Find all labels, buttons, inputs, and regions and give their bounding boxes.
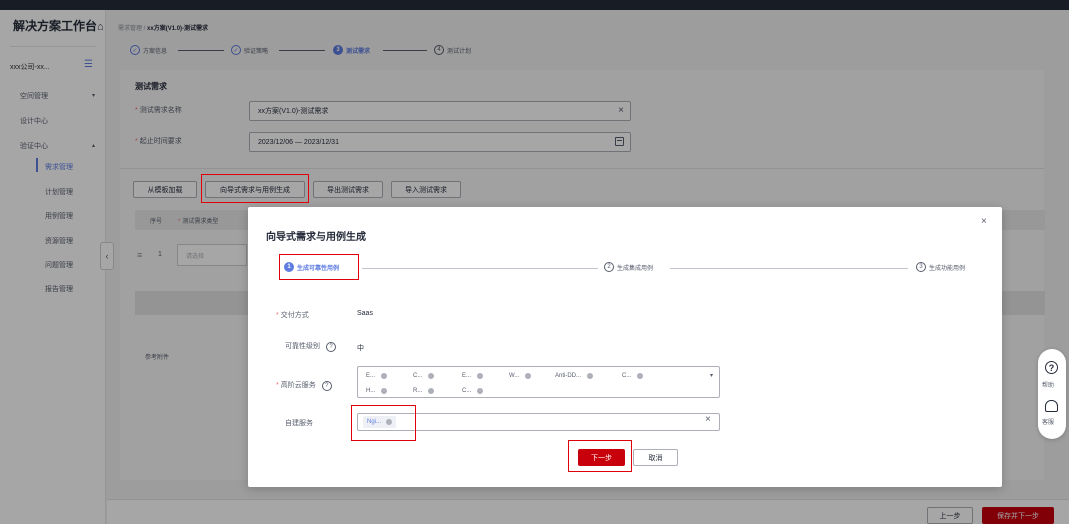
remove-tag-icon[interactable]: [477, 387, 484, 394]
dialog-step-reliability[interactable]: 1 生成可靠性用例: [284, 262, 339, 272]
delivery-label: * 交付方式: [276, 312, 309, 319]
cancel-button[interactable]: 取消: [633, 449, 678, 466]
remove-tag-icon[interactable]: [381, 372, 388, 379]
clear-icon[interactable]: ×: [705, 414, 711, 425]
remove-tag-icon[interactable]: [587, 372, 594, 379]
delivery-value: Saas: [357, 310, 373, 317]
dialog-step-integration[interactable]: 2 生成集成用例: [604, 262, 653, 272]
cloud-service-tag[interactable]: R...: [413, 385, 435, 396]
self-built-tag[interactable]: Ngi...: [363, 416, 397, 428]
reliability-value: 中: [357, 345, 364, 352]
cloud-service-tag[interactable]: W...: [509, 370, 532, 381]
next-button[interactable]: 下一步: [578, 449, 625, 466]
cloud-services-select[interactable]: ▾: [357, 366, 720, 398]
reliability-label: 可靠性级别?: [285, 341, 336, 352]
step-number-icon: 2: [604, 262, 614, 272]
help-label[interactable]: 帮助: [1042, 380, 1054, 389]
step-label: 生成功能用例: [929, 265, 966, 272]
cloud-service-tag[interactable]: E...: [366, 370, 388, 381]
remove-tag-icon[interactable]: [477, 372, 484, 379]
cloud-services-label: * 高阶云服务?: [276, 380, 332, 391]
dialog-title: 向导式需求与用例生成: [266, 232, 366, 243]
customer-service-icon[interactable]: [1045, 400, 1058, 412]
customer-service-label[interactable]: 客服: [1042, 417, 1054, 426]
cloud-service-tag[interactable]: E...: [462, 370, 484, 381]
question-icon[interactable]: ?: [326, 342, 336, 352]
remove-tag-icon[interactable]: [525, 372, 532, 379]
chevron-down-icon[interactable]: ▾: [710, 372, 713, 379]
step-label: 生成可靠性用例: [297, 265, 340, 272]
close-icon[interactable]: ×: [981, 216, 987, 227]
step-label: 生成集成用例: [617, 265, 654, 272]
cloud-service-tag[interactable]: C...: [462, 385, 484, 396]
remove-tag-icon[interactable]: [381, 387, 388, 394]
cloud-service-tag[interactable]: Anti-DD...: [555, 370, 594, 381]
remove-tag-icon[interactable]: [428, 387, 435, 394]
cloud-service-tag[interactable]: H...: [366, 385, 388, 396]
dialog-step-functional[interactable]: 3 生成功能用例: [916, 262, 965, 272]
remove-tag-icon[interactable]: [386, 419, 393, 425]
step-number-icon: 3: [916, 262, 926, 272]
cloud-service-tag[interactable]: C...: [622, 370, 644, 381]
remove-tag-icon[interactable]: [428, 372, 435, 379]
question-icon[interactable]: ?: [321, 381, 332, 391]
self-built-label: 自建服务: [285, 420, 313, 427]
self-built-select[interactable]: [357, 413, 720, 431]
step-connector: [670, 268, 908, 269]
step-connector: [362, 268, 598, 269]
help-icon[interactable]: ?: [1045, 361, 1058, 374]
step-number-icon: 1: [284, 262, 294, 272]
cloud-service-tag[interactable]: C...: [413, 370, 435, 381]
remove-tag-icon[interactable]: [637, 372, 644, 379]
